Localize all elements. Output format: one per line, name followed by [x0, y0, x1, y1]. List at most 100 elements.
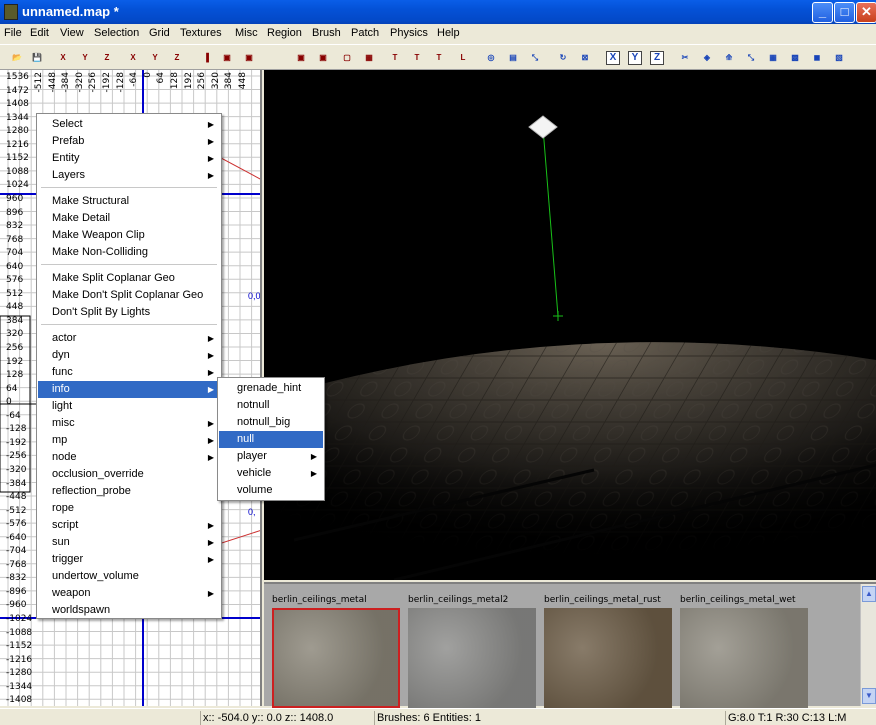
cubic-clip-icon[interactable]: ✂	[676, 49, 694, 67]
camera-view-3d[interactable]	[264, 70, 876, 580]
tex-rotate-icon[interactable]: T	[430, 49, 448, 67]
cut-icon[interactable]: ▣	[292, 49, 310, 67]
menu-help[interactable]: Help	[437, 27, 460, 39]
menu-item-script[interactable]: script ▶	[38, 517, 220, 534]
submenu-item-volume[interactable]: volume	[219, 482, 323, 499]
show-patch-icon[interactable]: ▦	[764, 49, 782, 67]
submenu-item-null[interactable]: null	[219, 431, 323, 448]
texture-thumbnail[interactable]	[408, 608, 536, 708]
menu-selection[interactable]: Selection	[94, 27, 139, 39]
menu-item-sun[interactable]: sun ▶	[38, 534, 220, 551]
submenu-item-grenade-hint[interactable]: grenade_hint	[219, 380, 323, 397]
close-button[interactable]: ✕	[856, 2, 876, 23]
view-change-icon[interactable]: ▤	[504, 49, 522, 67]
save-disk-icon[interactable]: 💾	[28, 49, 46, 67]
menu-item-undertow-volume[interactable]: undertow_volume	[38, 568, 220, 585]
texture-thumbnail[interactable]	[680, 608, 808, 708]
minimize-button[interactable]: _	[812, 2, 833, 23]
texture-scrollbar[interactable]: ▲ ▼	[860, 584, 876, 706]
camera-view-icon[interactable]: ◎	[482, 49, 500, 67]
select-brush-icon[interactable]: ▣	[240, 49, 258, 67]
texture-lock-icon[interactable]: ◈	[698, 49, 716, 67]
submenu-arrow-icon: ▶	[310, 452, 317, 461]
menu-item-dyn[interactable]: dyn ▶	[38, 347, 220, 364]
menu-item-make-structural[interactable]: Make Structural	[38, 193, 220, 210]
patch-tool-icon[interactable]: ▩	[786, 49, 804, 67]
menu-item-make-detail[interactable]: Make Detail	[38, 210, 220, 227]
menu-item-func[interactable]: func ▶	[38, 364, 220, 381]
texture-name: berlin_ceilings_metal2	[408, 595, 509, 605]
menu-item-misc[interactable]: misc ▶	[38, 415, 220, 432]
rotate-z-icon[interactable]: Z	[168, 49, 186, 67]
menu-patch[interactable]: Patch	[351, 27, 379, 39]
menu-view[interactable]: View	[60, 27, 84, 39]
menu-item-mp[interactable]: mp ▶	[38, 432, 220, 449]
menu-item-reflection-probe[interactable]: reflection_probe	[38, 483, 220, 500]
menu-file[interactable]: File	[4, 27, 22, 39]
scale-tool-icon[interactable]: ⊠	[576, 49, 594, 67]
menu-item-layers[interactable]: Layers ▶	[38, 167, 220, 184]
menu-grid[interactable]: Grid	[149, 27, 170, 39]
prefab-tool-icon[interactable]: ▧	[830, 49, 848, 67]
menu-brush[interactable]: Brush	[312, 27, 341, 39]
cycle-layer-icon[interactable]: L	[454, 49, 472, 67]
tex-fit-icon[interactable]: T	[386, 49, 404, 67]
open-folder-icon[interactable]: 📂	[8, 49, 26, 67]
menu-item-trigger[interactable]: trigger ▶	[38, 551, 220, 568]
scroll-up-arrow-icon[interactable]: ▲	[862, 586, 876, 602]
menu-edit[interactable]: Edit	[30, 27, 49, 39]
grid-y-label: 256	[6, 343, 24, 353]
menu-item-node[interactable]: node ▶	[38, 449, 220, 466]
entity-tool-icon[interactable]: ◼	[808, 49, 826, 67]
menu-bar: File Edit View Selection Grid Textures M…	[0, 24, 876, 44]
menu-item-rope[interactable]: rope	[38, 500, 220, 517]
select-inside-icon[interactable]: ▦	[360, 49, 378, 67]
submenu-item-notnull-big[interactable]: notnull_big	[219, 414, 323, 431]
menu-item-weapon[interactable]: weapon ▶	[38, 585, 220, 602]
flip-x-icon[interactable]: X	[54, 49, 72, 67]
menu-region[interactable]: Region	[267, 27, 302, 39]
grid-y-label: 1344	[6, 112, 29, 123]
menu-item-select[interactable]: Select ▶	[38, 116, 220, 133]
view-xy-icon[interactable]: ⤡	[526, 49, 544, 67]
tex-flip-icon[interactable]: T	[408, 49, 426, 67]
menu-item-don-t-split-by-lights[interactable]: Don't Split By Lights	[38, 304, 220, 321]
copy-icon[interactable]: ▣	[314, 49, 332, 67]
rotate-x-icon[interactable]: X	[124, 49, 142, 67]
flip-y-icon[interactable]: Y	[76, 49, 94, 67]
texture-thumbnail[interactable]	[272, 608, 400, 708]
rotate-y-icon[interactable]: Y	[146, 49, 164, 67]
select-partial-icon[interactable]: ▢	[338, 49, 356, 67]
rotate-tool-icon[interactable]: ↻	[554, 49, 572, 67]
texture-thumbnail[interactable]	[544, 608, 672, 708]
lock-y-icon[interactable]: Y	[628, 51, 642, 65]
submenu-item-notnull[interactable]: notnull	[219, 397, 323, 414]
menu-physics[interactable]: Physics	[390, 27, 428, 39]
menu-item-occlusion-override[interactable]: occlusion_override	[38, 466, 220, 483]
maximize-button[interactable]: □	[834, 2, 855, 23]
drag-edges-icon[interactable]: ⟰	[720, 49, 738, 67]
menu-item-make-split-coplanar-geo[interactable]: Make Split Coplanar Geo	[38, 270, 220, 287]
menu-item-info[interactable]: info ▶	[38, 381, 220, 398]
menu-item-make-weapon-clip[interactable]: Make Weapon Clip	[38, 227, 220, 244]
scroll-down-arrow-icon[interactable]: ▼	[862, 688, 876, 704]
submenu-item-vehicle[interactable]: vehicle ▶	[219, 465, 323, 482]
submenu-item-player[interactable]: player ▶	[219, 448, 323, 465]
camera-render[interactable]	[264, 70, 876, 580]
menu-item-make-don-t-split-coplanar-geo[interactable]: Make Don't Split Coplanar Geo	[38, 287, 220, 304]
menu-item-light[interactable]: light	[38, 398, 220, 415]
menu-item-actor[interactable]: actor ▶	[38, 330, 220, 347]
flip-z-icon[interactable]: Z	[98, 49, 116, 67]
lock-z-icon[interactable]: Z	[650, 51, 664, 65]
grid-y-label: 1408	[6, 99, 29, 110]
vertex-edit-icon[interactable]: ⤡	[742, 49, 760, 67]
menu-item-make-non-colliding[interactable]: Make Non-Colliding	[38, 244, 220, 261]
menu-item-worldspawn[interactable]: worldspawn	[38, 602, 220, 619]
lock-x-icon[interactable]: X	[606, 51, 620, 65]
select-complete-tall-icon[interactable]: ▌	[200, 49, 218, 67]
menu-item-prefab[interactable]: Prefab ▶	[38, 133, 220, 150]
menu-textures[interactable]: Textures	[180, 27, 222, 39]
menu-misc[interactable]: Misc	[235, 27, 258, 39]
menu-item-entity[interactable]: Entity ▶	[38, 150, 220, 167]
select-touching-icon[interactable]: ▣	[218, 49, 236, 67]
